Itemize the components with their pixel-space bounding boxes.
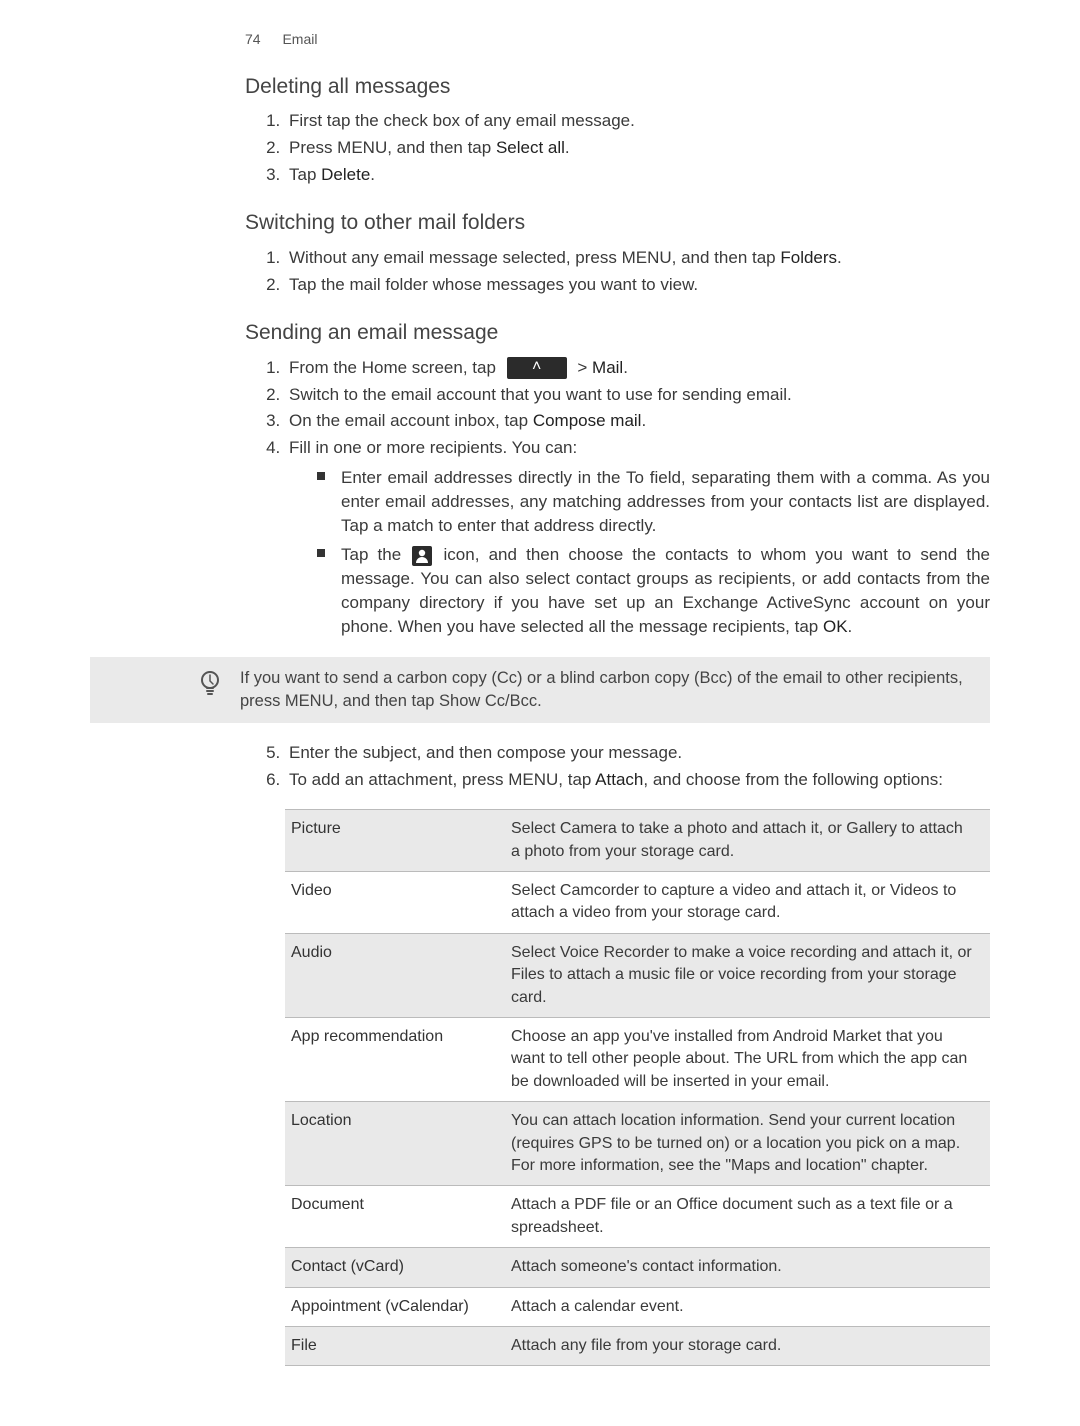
attach-desc: Attach someone's contact information.	[505, 1248, 990, 1287]
page-number: 74	[245, 31, 261, 47]
steps-switching: Without any email message selected, pres…	[285, 246, 990, 297]
heading-sending: Sending an email message	[245, 318, 990, 347]
emph: Show Cc/Bcc	[439, 692, 537, 710]
attach-desc: You can attach location information. Sen…	[505, 1102, 990, 1186]
text: Tap	[289, 165, 321, 184]
table-row: Location You can attach location informa…	[285, 1102, 990, 1186]
attach-desc: Select Camcorder to capture a video and …	[505, 872, 990, 934]
heading-deleting: Deleting all messages	[245, 72, 990, 101]
chevron-up-icon: ˄	[507, 357, 567, 379]
step: Tap the mail folder whose messages you w…	[285, 273, 990, 297]
text: From the Home screen, tap	[289, 358, 501, 377]
attach-desc: Attach any file from your storage card.	[505, 1326, 990, 1365]
recipient-options: Enter email addresses directly in the To…	[317, 466, 990, 639]
emph: OK	[823, 617, 848, 636]
tip-text: If you want to send a carbon copy (Cc) o…	[240, 669, 963, 710]
step: Enter the subject, and then compose your…	[285, 741, 990, 765]
bullet: Tap the icon, and then choose the contac…	[317, 543, 990, 638]
text: icon, and then choose the contacts to wh…	[341, 545, 990, 635]
text: .	[565, 138, 570, 157]
lightbulb-icon	[198, 669, 222, 699]
text: .	[641, 411, 646, 430]
attach-type: App recommendation	[285, 1018, 505, 1102]
attachment-options-table: Picture Select Camera to take a photo an…	[285, 809, 990, 1366]
attach-type: Picture	[285, 810, 505, 872]
text: .	[848, 617, 853, 636]
table-row: Appointment (vCalendar) Attach a calenda…	[285, 1287, 990, 1326]
text: Without any email message selected, pres…	[289, 248, 780, 267]
steps-deleting: First tap the check box of any email mes…	[285, 109, 990, 186]
step: To add an attachment, press MENU, tap At…	[285, 768, 990, 792]
text: .	[837, 248, 842, 267]
header-section: Email	[282, 31, 317, 47]
emph: Select all	[496, 138, 565, 157]
emph: Mail	[592, 358, 623, 377]
attach-desc: Attach a PDF file or an Office document …	[505, 1186, 990, 1248]
step: Tap Delete.	[285, 163, 990, 187]
text: .	[537, 692, 542, 710]
table-row: Audio Select Voice Recorder to make a vo…	[285, 933, 990, 1017]
manual-page: 74 Email Deleting all messages First tap…	[0, 0, 1080, 1426]
steps-sending: From the Home screen, tap ˄ > Mail. Swit…	[285, 356, 990, 639]
emph: Folders	[780, 248, 837, 267]
attach-type: File	[285, 1326, 505, 1365]
text: >	[577, 358, 592, 377]
text: Fill in one or more recipients. You can:	[289, 438, 577, 457]
tip-callout: If you want to send a carbon copy (Cc) o…	[90, 657, 990, 723]
attach-type: Contact (vCard)	[285, 1248, 505, 1287]
table-row: App recommendation Choose an app you've …	[285, 1018, 990, 1102]
step: Fill in one or more recipients. You can:…	[285, 436, 990, 638]
text: .	[623, 358, 628, 377]
table-row: Video Select Camcorder to capture a vide…	[285, 872, 990, 934]
steps-sending-cont: Enter the subject, and then compose your…	[285, 741, 990, 792]
step: First tap the check box of any email mes…	[285, 109, 990, 133]
bullet: Enter email addresses directly in the To…	[317, 466, 990, 537]
text: To add an attachment, press MENU, tap	[289, 770, 595, 789]
step: Press MENU, and then tap Select all.	[285, 136, 990, 160]
table-row: Contact (vCard) Attach someone's contact…	[285, 1248, 990, 1287]
text: , and choose from the following options:	[643, 770, 943, 789]
attach-type: Audio	[285, 933, 505, 1017]
step: Without any email message selected, pres…	[285, 246, 990, 270]
heading-switching: Switching to other mail folders	[245, 208, 990, 237]
page-header: 74 Email	[245, 30, 990, 50]
emph: Compose mail	[533, 411, 642, 430]
text: .	[370, 165, 375, 184]
text: Tap the	[341, 545, 410, 564]
person-icon	[412, 546, 432, 566]
step: On the email account inbox, tap Compose …	[285, 409, 990, 433]
text: Press MENU, and then tap	[289, 138, 496, 157]
attach-desc: Choose an app you've installed from Andr…	[505, 1018, 990, 1102]
attach-desc: Attach a calendar event.	[505, 1287, 990, 1326]
attach-type: Location	[285, 1102, 505, 1186]
table-row: File Attach any file from your storage c…	[285, 1326, 990, 1365]
emph: Attach	[595, 770, 643, 789]
attach-type: Appointment (vCalendar)	[285, 1287, 505, 1326]
attach-type: Document	[285, 1186, 505, 1248]
step: From the Home screen, tap ˄ > Mail.	[285, 356, 990, 380]
attach-desc: Select Camera to take a photo and attach…	[505, 810, 990, 872]
attach-desc: Select Voice Recorder to make a voice re…	[505, 933, 990, 1017]
attach-type: Video	[285, 872, 505, 934]
table-row: Picture Select Camera to take a photo an…	[285, 810, 990, 872]
table-row: Document Attach a PDF file or an Office …	[285, 1186, 990, 1248]
step: Switch to the email account that you wan…	[285, 383, 990, 407]
emph: Delete	[321, 165, 370, 184]
text: On the email account inbox, tap	[289, 411, 533, 430]
